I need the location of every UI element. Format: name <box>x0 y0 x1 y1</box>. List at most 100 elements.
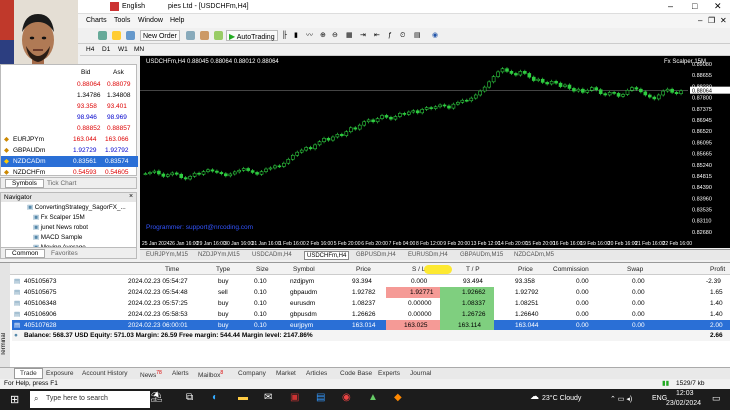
line-chart-icon[interactable]: 〰 <box>304 30 315 41</box>
watch-row[interactable]: 0.88852 0.88857 <box>1 123 138 134</box>
periods-icon[interactable]: ⏲ <box>398 30 407 41</box>
watch-row[interactable]: 93.358 93.401 <box>1 101 138 112</box>
taskbar-search-box[interactable]: ⌕ Type here to search <box>30 391 150 408</box>
navigator-icon[interactable] <box>184 30 197 41</box>
candle-chart-icon[interactable]: ▮ <box>292 30 300 41</box>
tray-icons[interactable]: ⌃ ▭ ◂) <box>610 395 632 403</box>
autoscroll-icon[interactable]: ⇥ <box>358 30 368 41</box>
menu-tools[interactable]: Tools <box>114 17 130 24</box>
chrome-icon[interactable]: ◉ <box>342 392 351 403</box>
col-price[interactable]: Price <box>356 266 371 273</box>
order-sl[interactable]: 0.00000 <box>408 298 432 309</box>
tab-mailbox[interactable]: Mailbox8 <box>198 370 223 379</box>
tab-exposure[interactable]: Exposure <box>46 370 73 377</box>
nav-item[interactable]: ▣ MACD Sample <box>33 234 82 241</box>
candlestick-chart[interactable]: 0.890800.886550.882300.878000.873750.869… <box>140 56 730 248</box>
nav-item[interactable]: ▣ junet News robot <box>33 224 88 231</box>
tf-mn[interactable]: MN <box>134 46 144 53</box>
data-window-icon[interactable] <box>212 30 225 41</box>
mail-icon[interactable]: ✉ <box>264 392 272 403</box>
minimize-icon[interactable]: – <box>668 1 673 11</box>
app-icon[interactable]: ▣ <box>290 392 299 403</box>
windows-start-icon[interactable]: ⊞ <box>10 393 19 406</box>
menu-window[interactable]: Window <box>138 17 163 24</box>
order-sl[interactable]: 1.92771 <box>386 287 440 298</box>
col-type[interactable]: Type <box>216 266 230 273</box>
weather-text[interactable]: 23°C Cloudy <box>542 395 581 402</box>
order-tp[interactable]: 1.26726 <box>440 309 494 320</box>
chart-tab[interactable]: NZDJPYm,M15 <box>198 251 240 260</box>
watch-row[interactable]: 98.946 98.969 <box>1 112 138 123</box>
app-icon[interactable]: ◆ <box>394 392 402 403</box>
chart-tab[interactable]: GBPAUDm,M15 <box>460 251 503 260</box>
maximize-icon[interactable]: □ <box>692 1 697 11</box>
col-symbol[interactable]: Symbol <box>293 266 315 273</box>
order-tp[interactable]: 1.08337 <box>440 298 494 309</box>
navigator-close-icon[interactable]: × <box>129 193 133 200</box>
tab-market[interactable]: Market <box>276 370 296 377</box>
tab-common[interactable]: Common <box>5 249 46 258</box>
trade-row[interactable]: ▤ 405105675 2024.02.23 05:54:48 sell 0.1… <box>12 287 730 298</box>
market-watch-icon[interactable] <box>198 30 211 41</box>
zoom-in-icon[interactable]: ⊕ <box>318 30 328 41</box>
watch-row-nzdcadm[interactable]: ◆ NZDCADm 0.83561 0.83574 <box>1 156 138 167</box>
autotrading-button[interactable]: ▶ AutoTrading <box>226 30 278 41</box>
doc-restore-icon[interactable]: ❐ <box>708 16 715 25</box>
chart-tab[interactable]: EURJPYm,M15 <box>146 251 188 260</box>
zoom-out-icon[interactable]: ⊖ <box>330 30 340 41</box>
watch-row-gbpaudm[interactable]: ◆ GBPAUDm 1.92729 1.92792 <box>1 145 138 156</box>
order-sl[interactable]: 0.000 <box>411 276 427 287</box>
col-time[interactable]: Time <box>165 266 179 273</box>
chart-tab[interactable]: GBPUSDm,H4 <box>356 251 396 260</box>
price-chart[interactable]: 0.890800.886550.882300.878000.873750.869… <box>140 56 730 248</box>
bar-chart-icon[interactable]: ╟ <box>280 30 289 41</box>
col-current-price[interactable]: Price <box>518 266 533 273</box>
col-commission[interactable]: Commission <box>553 266 589 273</box>
doc-minimize-icon[interactable]: – <box>698 16 702 25</box>
tab-trade[interactable]: Trade <box>14 368 43 379</box>
tf-h4[interactable]: H4 <box>86 46 94 53</box>
col-tp[interactable]: T / P <box>466 266 480 273</box>
cortana-icon[interactable]: ⛱ <box>150 392 163 403</box>
tf-d1[interactable]: D1 <box>102 46 110 53</box>
chart-tab-active[interactable]: USDCHFm,H4 <box>304 251 350 260</box>
tab-account-history[interactable]: Account History <box>82 370 128 377</box>
globe-icon[interactable]: ◉ <box>430 30 440 41</box>
col-profit[interactable]: Profit <box>710 266 725 273</box>
tab-articles[interactable]: Articles <box>306 370 327 377</box>
chart-tab[interactable]: EURUSDm,H4 <box>408 251 448 260</box>
language-label[interactable]: English <box>122 3 145 10</box>
chart-tab[interactable]: NZDCADm,M5 <box>514 251 554 260</box>
trade-row[interactable]: ▤ 405106348 2024.02.23 05:57:25 buy 0.10… <box>12 298 730 309</box>
tab-journal[interactable]: Journal <box>410 370 431 377</box>
tab-code-base[interactable]: Code Base <box>340 370 372 377</box>
clock-time[interactable]: 12:03 <box>676 390 694 397</box>
menu-help[interactable]: Help <box>170 17 184 24</box>
watch-row-eurjpym[interactable]: ◆ EURJPYm 163.044 163.066 <box>1 134 138 145</box>
chart-icon[interactable] <box>96 30 109 41</box>
order-tp[interactable]: 93.494 <box>463 276 483 287</box>
tab-symbols[interactable]: Symbols <box>5 179 44 188</box>
language-indicator[interactable]: ENG <box>652 395 667 402</box>
watch-row[interactable]: 1.34786 1.34808 <box>1 90 138 101</box>
file-explorer-icon[interactable]: ▬ <box>238 392 248 403</box>
doc-close-icon[interactable]: ✕ <box>720 16 727 25</box>
tab-favorites[interactable]: Favorites <box>51 250 78 257</box>
edge-icon[interactable]: ◐ <box>212 392 218 403</box>
order-tp[interactable]: 1.92662 <box>440 287 494 298</box>
tf-w1[interactable]: W1 <box>118 46 128 53</box>
templates-icon[interactable]: ▤ <box>412 30 423 41</box>
col-size[interactable]: Size <box>256 266 269 273</box>
app-icon[interactable]: ▲ <box>368 392 378 403</box>
chart-tab[interactable]: USDCADm,H4 <box>252 251 292 260</box>
tab-news[interactable]: News78 <box>140 370 162 379</box>
task-view-icon[interactable]: ⧉ <box>186 392 193 403</box>
trade-row[interactable]: ▤ 405105673 2024.02.23 05:54:27 buy 0.10… <box>12 276 730 287</box>
tab-tick-chart[interactable]: Tick Chart <box>47 180 76 187</box>
indicators-icon[interactable]: ƒ <box>386 30 394 41</box>
col-swap[interactable]: Swap <box>627 266 643 273</box>
nav-item[interactable]: ▣ Fx Scalper 15M <box>33 214 85 221</box>
nav-item[interactable]: ▣ ConvertingStrategy_SagorFX_... <box>27 204 126 211</box>
new-order-button[interactable]: New Order <box>140 30 180 41</box>
zoom-icon[interactable] <box>124 30 137 41</box>
